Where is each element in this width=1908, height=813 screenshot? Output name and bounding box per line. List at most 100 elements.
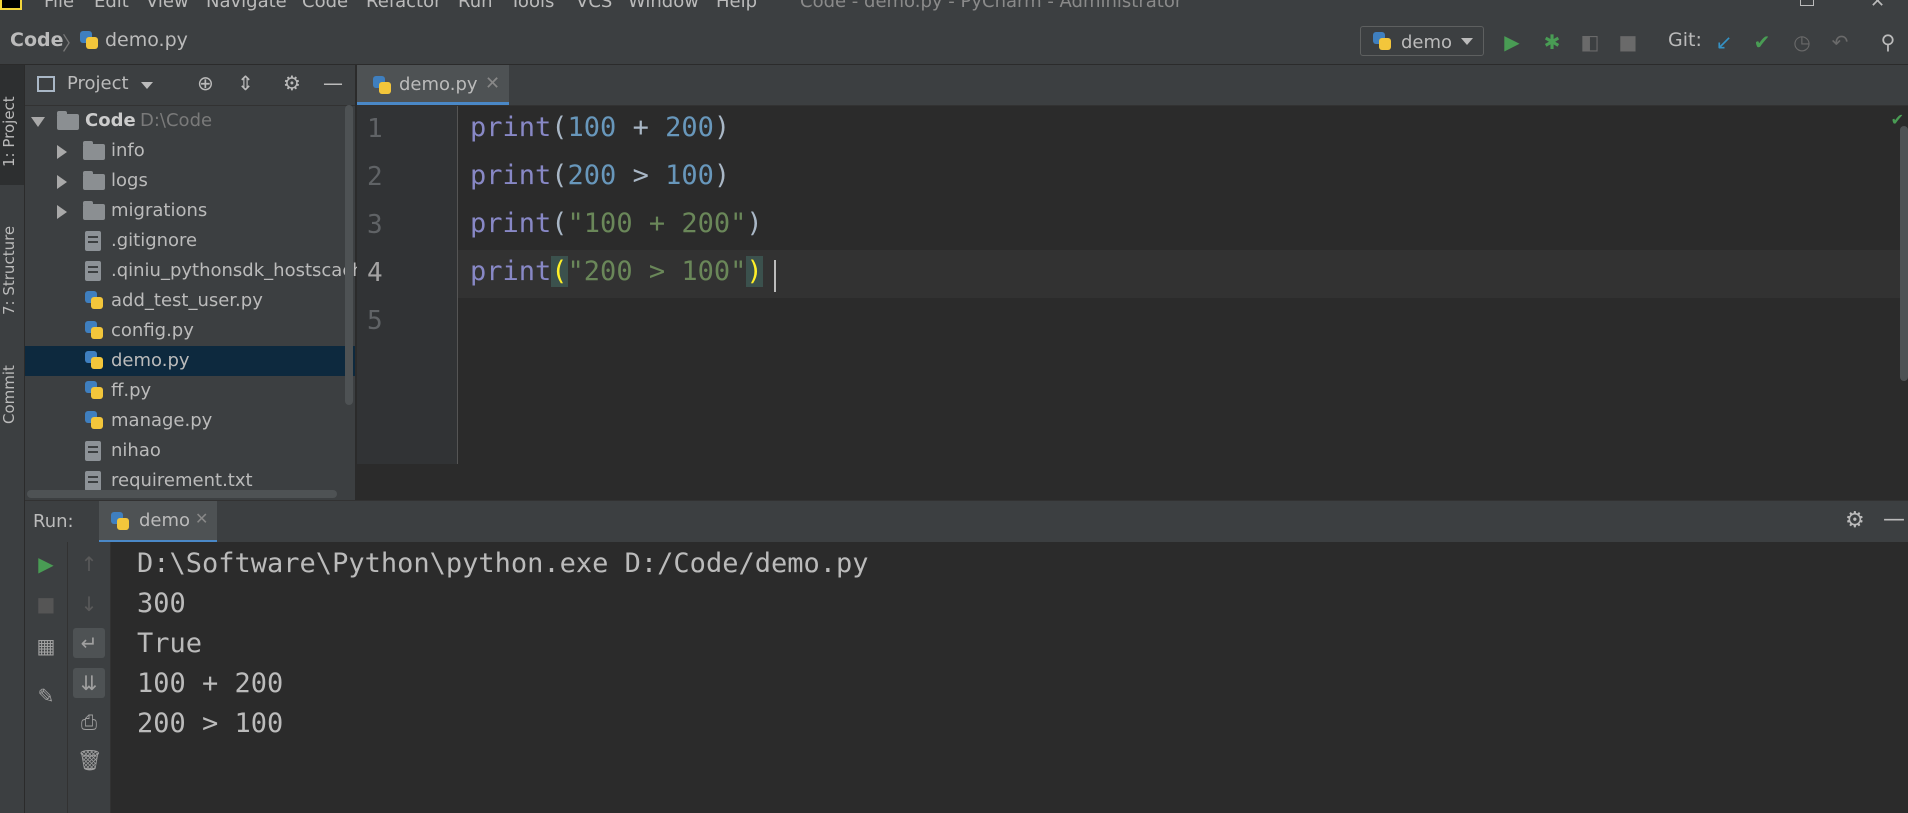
- tree-item-label: migrations: [111, 200, 208, 221]
- print-icon[interactable]: ⎙: [77, 710, 101, 734]
- chevron-right-icon[interactable]: [57, 145, 67, 159]
- vertical-scrollbar[interactable]: [1900, 126, 1908, 381]
- menu-refactor[interactable]: Refactor: [366, 0, 442, 12]
- horizontal-scrollbar[interactable]: [27, 490, 337, 498]
- tree-item-ff[interactable]: ff.py: [25, 376, 355, 406]
- tree-item-label: config.py: [111, 320, 194, 341]
- project-tool-tab[interactable]: 1: Project: [0, 77, 24, 187]
- file-icon: [85, 261, 101, 281]
- locate-file-icon[interactable]: ⊕: [197, 71, 214, 95]
- tree-item-info[interactable]: info: [25, 136, 355, 166]
- check-icon[interactable]: ✔: [1750, 30, 1774, 54]
- close-tab-icon[interactable]: ✕: [485, 73, 500, 94]
- string-literal: "200 > 100": [567, 256, 747, 287]
- breadcrumb-file[interactable]: demo.py: [105, 29, 188, 51]
- close-tab-icon[interactable]: ✕: [195, 509, 208, 528]
- gear-icon[interactable]: ⚙: [283, 71, 301, 95]
- tree-item-label: .qiniu_pythonsdk_hostscache: [111, 260, 375, 281]
- arrow-down-left-icon[interactable]: ↙: [1712, 30, 1736, 54]
- search-icon[interactable]: ⚲: [1876, 30, 1900, 54]
- line-number: 5: [367, 306, 383, 336]
- chevron-down-icon[interactable]: [141, 82, 153, 89]
- window-title: Code - demo.py - PyCharm - Administrator: [800, 0, 1183, 12]
- builtin-function: print: [470, 256, 552, 287]
- stop-icon[interactable]: ■: [1616, 30, 1640, 54]
- tree-item-demo[interactable]: demo.py: [25, 346, 355, 376]
- collapse-all-icon[interactable]: ⇕: [237, 71, 254, 95]
- structure-tool-tab[interactable]: 7: Structure: [0, 205, 24, 335]
- breadcrumb-separator-icon: 〉: [62, 33, 82, 55]
- pin-icon[interactable]: ✎: [34, 684, 58, 708]
- rerun-icon[interactable]: ▶: [34, 552, 58, 576]
- console-output-line: 300: [137, 588, 186, 619]
- menu-tools[interactable]: Tools: [510, 0, 554, 12]
- menu-file[interactable]: File: [44, 0, 74, 12]
- python-file-icon: [373, 76, 391, 94]
- commit-tool-tab[interactable]: Commit: [0, 350, 24, 440]
- tree-item-label: info: [111, 140, 145, 161]
- run-toolbar-primary: ▶ ■ ▦ ✎: [25, 542, 68, 813]
- chevron-right-icon[interactable]: [57, 205, 67, 219]
- editor-tab-bar: demo.py ✕: [357, 65, 1908, 106]
- soft-wrap-icon[interactable]: ↵: [73, 628, 105, 658]
- python-file-icon: [85, 351, 103, 369]
- hide-panel-icon[interactable]: —: [1883, 507, 1905, 532]
- clock-icon[interactable]: ◷: [1790, 30, 1814, 54]
- menu-edit[interactable]: Edit: [94, 0, 129, 12]
- tree-item-config[interactable]: config.py: [25, 316, 355, 346]
- navigation-bar: Code 〉 demo.py demo ▶ ✱ ◧ ■ Git: ↙ ✔ ◷ ↶…: [0, 12, 1908, 65]
- tree-item-label: logs: [111, 170, 148, 191]
- scroll-to-end-icon[interactable]: ⇊: [73, 668, 105, 698]
- stop-icon[interactable]: ■: [34, 592, 58, 616]
- text-caret: [774, 260, 776, 292]
- tree-item-logs[interactable]: logs: [25, 166, 355, 196]
- menu-run[interactable]: Run: [458, 0, 493, 12]
- run-tab-label: demo: [139, 510, 191, 531]
- close-window-icon[interactable]: ✕: [1870, 0, 1885, 12]
- tree-item-requirement[interactable]: requirement.txt: [25, 466, 355, 490]
- tree-item-add-test-user[interactable]: add_test_user.py: [25, 286, 355, 316]
- python-icon: [1373, 32, 1391, 50]
- code-line: print(100 + 200): [470, 112, 731, 143]
- tree-item-manage[interactable]: manage.py: [25, 406, 355, 436]
- menu-view[interactable]: View: [146, 0, 189, 12]
- tree-item-label: add_test_user.py: [111, 290, 263, 311]
- menu-vcs[interactable]: VCS: [576, 0, 612, 12]
- run-configuration-select[interactable]: demo: [1360, 26, 1484, 56]
- project-view-select[interactable]: Project: [67, 73, 129, 94]
- python-file-icon: [85, 291, 103, 309]
- arrow-down-icon[interactable]: ↓: [77, 592, 101, 616]
- tab-label: demo.py: [399, 74, 478, 95]
- tree-root[interactable]: Code D:\Code: [25, 106, 355, 136]
- left-tool-strip: 1: Project 7: Structure Commit: [0, 65, 25, 813]
- builtin-function: print: [470, 208, 552, 239]
- menu-bar: File Edit View Navigate Code Refactor Ru…: [0, 0, 1908, 12]
- tree-item-migrations[interactable]: migrations: [25, 196, 355, 226]
- tree-item-qiniu-cache[interactable]: .qiniu_pythonsdk_hostscache: [25, 256, 375, 286]
- tree-item-gitignore[interactable]: .gitignore: [25, 226, 355, 256]
- layout-icon[interactable]: ▦: [34, 634, 58, 658]
- undo-icon[interactable]: ↶: [1828, 30, 1852, 54]
- menu-code[interactable]: Code: [302, 0, 348, 12]
- bug-icon[interactable]: ✱: [1540, 30, 1564, 54]
- tab-demo-py[interactable]: demo.py ✕: [357, 65, 509, 105]
- coverage-icon[interactable]: ◧: [1578, 30, 1602, 54]
- breadcrumb-project[interactable]: Code: [10, 29, 63, 51]
- run-toolbar-secondary: ↑ ↓ ↵ ⇊ ⎙ 🗑: [68, 542, 111, 813]
- arrow-up-icon[interactable]: ↑: [77, 552, 101, 576]
- chevron-down-icon[interactable]: [31, 117, 45, 127]
- menu-help[interactable]: Help: [716, 0, 757, 12]
- menu-window[interactable]: Window: [628, 0, 699, 12]
- code-editor[interactable]: 1 2 3 4 5 print(100 + 200) print(200 > 1…: [357, 106, 1908, 464]
- hide-panel-icon[interactable]: —: [323, 71, 343, 95]
- chevron-right-icon[interactable]: [57, 175, 67, 189]
- trash-icon[interactable]: 🗑: [77, 748, 102, 772]
- vertical-scrollbar[interactable]: [345, 105, 353, 405]
- play-icon[interactable]: ▶: [1500, 30, 1524, 54]
- restore-window-icon[interactable]: [1800, 0, 1814, 6]
- menu-navigate[interactable]: Navigate: [206, 0, 287, 12]
- tree-item-label: .gitignore: [111, 230, 198, 251]
- run-tab-demo[interactable]: demo ✕: [99, 501, 217, 543]
- gear-icon[interactable]: ⚙: [1845, 508, 1865, 533]
- tree-item-nihao[interactable]: nihao: [25, 436, 355, 466]
